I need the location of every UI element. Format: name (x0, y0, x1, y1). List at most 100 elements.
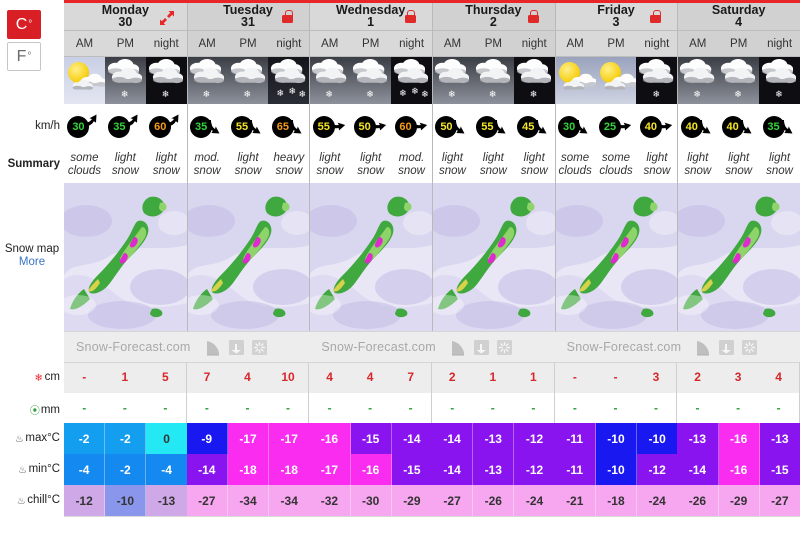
snow-map-row[interactable] (555, 183, 678, 331)
wind-chill-cell: -21 (555, 485, 596, 516)
max-temperature-cell: -17 (269, 423, 309, 454)
corner-icon (450, 339, 467, 356)
day-header-wednesday[interactable]: Wednesday 1 (309, 3, 432, 31)
period-night[interactable]: night (759, 31, 800, 56)
max-temperature-cell: -2 (64, 423, 105, 454)
rain-amount-cell: - (350, 393, 391, 423)
fahrenheit-label: F (17, 48, 27, 66)
snow-map-cell[interactable] (432, 183, 555, 331)
summary-line-1: mod. (399, 152, 425, 165)
period-night[interactable]: night (268, 31, 309, 56)
wind-cell: 50 (350, 104, 391, 147)
snow-map-cell[interactable] (677, 183, 800, 331)
period-pm[interactable]: PM (350, 31, 391, 56)
snow-map-row[interactable] (309, 183, 432, 331)
weather-icon-cloud-snow: ❄ (718, 57, 759, 104)
snow-map-more-link[interactable]: More (0, 256, 64, 269)
day-header-thursday[interactable]: Thursday 2 (432, 3, 555, 31)
period-pm[interactable]: PM (596, 31, 637, 56)
period-am[interactable]: AM (64, 31, 105, 56)
fahrenheit-toggle[interactable]: F° (7, 42, 41, 71)
day-header-friday[interactable]: Friday 3 (555, 3, 678, 31)
period-header-row: AMPMnight (187, 31, 310, 57)
wind-row: 50 55 45 (432, 104, 555, 148)
period-am[interactable]: AM (187, 31, 228, 56)
day-header-monday[interactable]: Monday 30 (64, 3, 187, 31)
wind-chill-cell: -24 (514, 485, 554, 516)
summary-cell: light snow (309, 147, 350, 183)
snowflake-icon: ❄ (693, 90, 701, 99)
summary-line-1: light (646, 152, 667, 165)
summary-line-1: light (483, 152, 504, 165)
period-pm[interactable]: PM (228, 31, 269, 56)
max-temperature-cell: -15 (351, 423, 392, 454)
snow-map-row[interactable] (677, 183, 800, 331)
summary-row: some clouds light snow light snow (64, 147, 187, 184)
rain-amount-cell: - (268, 393, 309, 423)
period-am[interactable]: AM (677, 31, 718, 56)
wind-chill-cell: -34 (228, 485, 269, 516)
rain-amount-cell: - (390, 393, 431, 423)
summary-line-1: light (442, 152, 463, 165)
summary-row: light snow light snow mod. snow (309, 147, 432, 184)
weather-icon-cloud-snow: ❄ (146, 57, 187, 104)
snow-map-label-group: Snow map More (0, 243, 64, 269)
celsius-toggle[interactable]: C° (7, 10, 41, 39)
summary-line-2: snow (153, 165, 180, 178)
chill-temp-row-label: chill°C (27, 494, 60, 506)
min-temperature-cell: -14 (187, 454, 228, 485)
thermometer-icon: ♨ (16, 496, 26, 507)
lock-icon[interactable] (528, 10, 539, 23)
wind-chill-cell: -12 (64, 485, 105, 516)
period-am[interactable]: AM (309, 31, 350, 56)
day-header-saturday[interactable]: Saturday 4 (677, 3, 800, 31)
summary-line-1: light (319, 152, 340, 165)
period-am[interactable]: AM (555, 31, 596, 56)
snow-amount-cell: 7 (187, 361, 228, 393)
expand-arrows-icon[interactable] (159, 10, 175, 26)
snow-map-image (309, 183, 432, 331)
summary-cell: heavy snow (268, 147, 309, 183)
snow-map-row[interactable] (64, 183, 187, 331)
weather-icon-cloud-snow: ❄ (105, 57, 146, 104)
snowflake-icon: ❄ (276, 89, 284, 98)
snow-map-row[interactable] (432, 183, 555, 331)
period-am[interactable]: AM (432, 31, 473, 56)
period-night[interactable]: night (391, 31, 432, 56)
snow-map-image (187, 183, 310, 331)
day-header-tuesday[interactable]: Tuesday 31 (187, 3, 310, 31)
max-temperature-cell: -17 (228, 423, 269, 454)
lock-icon[interactable] (282, 10, 293, 23)
period-night[interactable]: night (636, 31, 677, 56)
wind-chill-cell: -34 (269, 485, 309, 516)
snow-map-cell[interactable] (187, 183, 310, 331)
summary-line-2: snow (521, 165, 548, 178)
snow-amount-cell: 5 (145, 361, 186, 393)
wind-speed-badge: 30 (558, 116, 580, 138)
period-pm[interactable]: PM (105, 31, 146, 56)
lock-icon[interactable] (650, 10, 661, 23)
snowflake-icon: ❄ (421, 90, 429, 99)
period-night[interactable]: night (514, 31, 555, 56)
wind-cell: 40 (636, 104, 677, 147)
celsius-degree: ° (28, 19, 32, 30)
snow-amount-cell: 3 (636, 361, 677, 393)
wind-speed-badge: 30 (67, 116, 89, 138)
period-pm[interactable]: PM (718, 31, 759, 56)
wind-speed-badge: 50 (435, 116, 457, 138)
period-night[interactable]: night (146, 31, 187, 56)
wind-chill-cell: -29 (719, 485, 760, 516)
wind-speed-badge: 60 (149, 116, 171, 138)
snow-map-row[interactable] (187, 183, 310, 331)
summary-cell: light snow (677, 147, 718, 183)
snow-map-cell[interactable] (64, 183, 187, 331)
snow-amount-cell: 4 (227, 361, 268, 393)
summary-row-label: Summary (0, 158, 64, 170)
lock-icon[interactable] (405, 10, 416, 23)
snow-amount-cell: 2 (432, 361, 473, 393)
wind-speed-badge: 35 (763, 116, 785, 138)
period-pm[interactable]: PM (473, 31, 514, 56)
wind-chill-row: -12-10-13-27-34-34-32-30-29-27-26-24-21-… (64, 485, 800, 516)
snow-map-cell[interactable] (309, 183, 432, 331)
snow-map-cell[interactable] (555, 183, 678, 331)
